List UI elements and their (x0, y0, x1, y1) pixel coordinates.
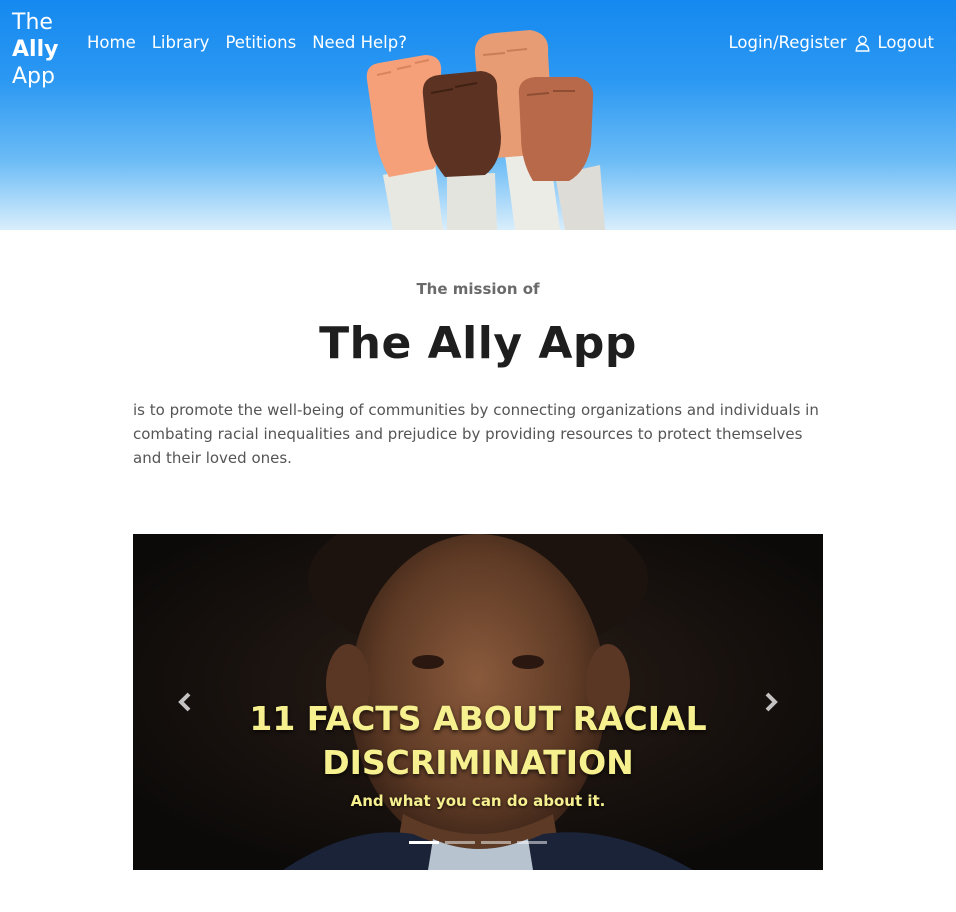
slide-headline: 11 FACTS ABOUT RACIAL DISCRIMINATION (133, 697, 823, 785)
mission-description: is to promote the well-being of communit… (133, 401, 819, 467)
brand-logo[interactable]: The Ally App (12, 9, 72, 90)
logout-link[interactable]: Logout (878, 33, 935, 52)
carousel-indicator-4[interactable] (517, 841, 547, 844)
carousel-next-button[interactable] (751, 684, 791, 720)
carousel-indicator-3[interactable] (481, 841, 511, 844)
mission-eyebrow: The mission of (416, 280, 540, 298)
carousel-prev-button[interactable] (165, 684, 205, 720)
carousel-indicator-1[interactable] (409, 841, 439, 844)
account-nav: Login/Register Logout (728, 33, 934, 52)
chevron-left-icon (178, 692, 191, 712)
brand-line-3: App (12, 64, 55, 89)
nav-library[interactable]: Library (152, 33, 210, 52)
raised-fists-illustration (366, 30, 605, 230)
slide-headline-line-2: DISCRIMINATION (322, 743, 634, 782)
carousel-indicator-2[interactable] (445, 841, 475, 844)
featured-carousel[interactable]: 11 FACTS ABOUT RACIAL DISCRIMINATION And… (133, 534, 823, 870)
carousel-indicators (409, 841, 547, 844)
page-title: The Ally App (319, 318, 637, 369)
brand-line-2: Ally (12, 37, 59, 62)
slide-subline: And what you can do about it. (350, 792, 606, 810)
slide-headline-line-1: 11 FACTS ABOUT RACIAL (249, 699, 707, 738)
chevron-right-icon (765, 692, 778, 712)
user-icon (854, 35, 870, 52)
brand-line-1: The (12, 10, 53, 35)
hero-header: The Ally App Home Library Petitions Need… (0, 0, 956, 230)
login-register-link[interactable]: Login/Register (728, 33, 846, 52)
nav-home[interactable]: Home (87, 33, 136, 52)
nav-petitions[interactable]: Petitions (225, 33, 296, 52)
